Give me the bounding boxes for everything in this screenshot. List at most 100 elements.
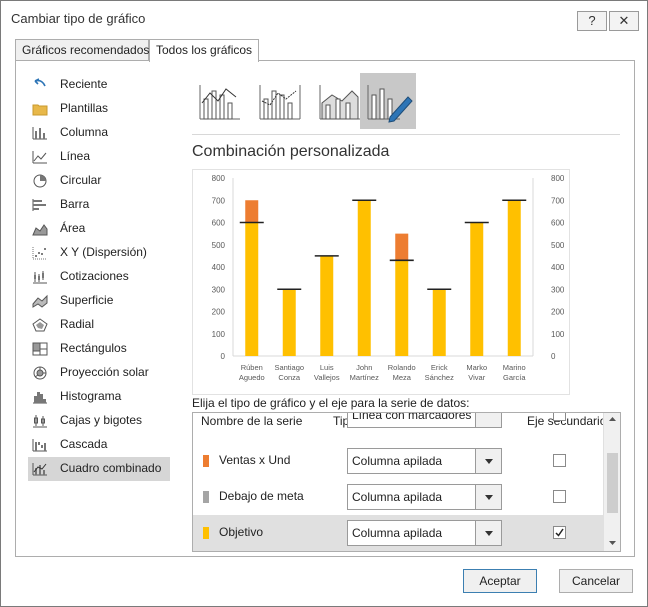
combo-chart-icon bbox=[32, 463, 47, 476]
sidebar-item-pie[interactable]: Circular bbox=[28, 169, 170, 193]
dropdown-button[interactable] bbox=[475, 485, 501, 509]
secondary-y-tick-label: 500 bbox=[551, 241, 565, 250]
folder-icon bbox=[32, 104, 48, 116]
category-label: John bbox=[356, 363, 372, 372]
chevron-down-icon bbox=[485, 531, 493, 536]
series-name: Objetivo bbox=[219, 525, 264, 539]
sidebar-item-label: Proyección solar bbox=[60, 365, 149, 379]
bar-objetivo bbox=[395, 260, 409, 356]
category-label: Marino bbox=[503, 363, 526, 372]
box-whisker-icon bbox=[33, 415, 47, 428]
secondary-y-tick-label: 200 bbox=[551, 308, 565, 317]
series-row-ventas[interactable]: Ventas x Und Columna apilada bbox=[193, 443, 603, 479]
y-tick-label: 700 bbox=[212, 196, 226, 205]
chart-type-value: Columna apilada bbox=[352, 490, 443, 504]
category-label: Vallejos bbox=[314, 373, 340, 382]
custom-combo-pencil-icon bbox=[367, 85, 413, 123]
y-tick-label: 400 bbox=[212, 263, 226, 272]
category-label: Luis bbox=[320, 363, 334, 372]
sunburst-icon bbox=[33, 366, 47, 380]
y-tick-label: 500 bbox=[212, 241, 226, 250]
series-grid-scrollbar[interactable] bbox=[603, 413, 620, 551]
category-label: Vivar bbox=[468, 373, 485, 382]
sidebar-item-stock[interactable]: Cotizaciones bbox=[28, 265, 170, 289]
sidebar-item-waterfall[interactable]: Cascada bbox=[28, 433, 170, 457]
bar-chart-icon bbox=[32, 199, 46, 211]
y-tick-label: 300 bbox=[212, 285, 226, 294]
combo-subtype-icon bbox=[199, 85, 240, 120]
subtype-clustered-column-line[interactable] bbox=[192, 73, 248, 129]
chart-preview: 0 100 200 300 400 500 600 700 800 0 100 200 300 400 50… bbox=[192, 169, 570, 395]
sidebar-item-recent[interactable]: Reciente bbox=[28, 73, 170, 97]
checkmark-icon bbox=[555, 528, 564, 537]
chevron-down-icon bbox=[485, 459, 493, 464]
sidebar-item-label: Cajas y bigotes bbox=[60, 413, 143, 427]
dropdown-button[interactable] bbox=[475, 521, 501, 545]
cancel-button[interactable]: Cancelar bbox=[559, 569, 633, 593]
chart-type-dropdown[interactable]: Columna apilada bbox=[347, 448, 502, 474]
sidebar-item-label: Superficie bbox=[60, 293, 114, 307]
series-name: Ventas x Und bbox=[219, 453, 291, 467]
series-row-objetivo[interactable]: Objetivo Columna apilada bbox=[193, 515, 603, 551]
sidebar-item-combo[interactable]: Cuadro combinado bbox=[28, 457, 170, 481]
histogram-icon bbox=[33, 392, 47, 404]
sidebar-item-area[interactable]: Área bbox=[28, 217, 170, 241]
ok-button[interactable]: Aceptar bbox=[463, 569, 537, 593]
tab-all-charts[interactable]: Todos los gráficos bbox=[149, 39, 259, 62]
y-tick-label: 600 bbox=[212, 219, 226, 228]
scrollbar-arrows bbox=[607, 417, 618, 545]
sidebar-item-histogram[interactable]: Histograma bbox=[28, 385, 170, 409]
sidebar-item-label: Histograma bbox=[60, 389, 122, 403]
secondary-y-tick-label: 600 bbox=[551, 219, 565, 228]
category-label: García bbox=[503, 373, 526, 382]
secondary-y-tick-label: 800 bbox=[551, 174, 565, 183]
tab-recommended-charts[interactable]: Gráficos recomendados bbox=[15, 39, 149, 61]
subtype-column-line-secondary[interactable] bbox=[252, 73, 308, 129]
bar-objetivo bbox=[432, 289, 446, 356]
header-spacer bbox=[193, 413, 603, 427]
sidebar-item-column[interactable]: Columna bbox=[28, 121, 170, 145]
secondary-y-tick-label: 700 bbox=[551, 196, 565, 205]
tab-panel: Reciente Plantillas Columna Línea Circul… bbox=[15, 60, 635, 557]
secondary-axis-checkbox[interactable] bbox=[553, 490, 566, 503]
subtype-custom-combination[interactable] bbox=[360, 73, 416, 129]
category-label: Rolando bbox=[388, 363, 416, 372]
close-button[interactable]: ✕ bbox=[609, 11, 639, 31]
series-row-debajo-meta[interactable]: Debajo de meta Columna apilada bbox=[193, 479, 603, 515]
series-prompt: Elija el tipo de gráfico y el eje para l… bbox=[192, 396, 470, 410]
sidebar-item-bar[interactable]: Barra bbox=[28, 193, 170, 217]
scatter-chart-icon bbox=[32, 247, 47, 260]
area-chart-icon bbox=[32, 224, 48, 236]
bar-ventas bbox=[245, 200, 259, 223]
recent-icon bbox=[34, 78, 46, 87]
secondary-axis-checkbox[interactable] bbox=[553, 526, 566, 539]
sidebar-item-line[interactable]: Línea bbox=[28, 145, 170, 169]
bar-objetivo bbox=[282, 289, 296, 356]
category-label: Martínez bbox=[350, 373, 379, 382]
bar-objetivo bbox=[507, 200, 521, 356]
sidebar-item-surface[interactable]: Superficie bbox=[28, 289, 170, 313]
help-button[interactable]: ? bbox=[577, 11, 607, 31]
sidebar-item-radar[interactable]: Radial bbox=[28, 313, 170, 337]
sidebar-item-label: Cascada bbox=[60, 437, 108, 451]
sidebar-item-sunburst[interactable]: Proyección solar bbox=[28, 361, 170, 385]
chart-type-dropdown[interactable]: Columna apilada bbox=[347, 484, 502, 510]
sidebar-item-label: Circular bbox=[60, 173, 102, 187]
treemap-icon bbox=[32, 342, 48, 356]
chart-type-value: Columna apilada bbox=[352, 454, 443, 468]
sidebar-item-templates[interactable]: Plantillas bbox=[28, 97, 170, 121]
sidebar-item-scatter[interactable]: X Y (Dispersión) bbox=[28, 241, 170, 265]
series-color-swatch bbox=[203, 527, 209, 539]
line-chart-icon bbox=[32, 151, 47, 164]
combo-chart: 0 100 200 300 400 500 600 700 800 0 100 200 300 400 50… bbox=[212, 174, 565, 382]
combo-title: Combinación personalizada bbox=[192, 143, 390, 160]
secondary-axis-checkbox[interactable] bbox=[553, 454, 566, 467]
sidebar-item-treemap[interactable]: Rectángulos bbox=[28, 337, 170, 361]
change-chart-type-dialog: Cambiar tipo de gráfico ? ✕ Gráficos rec… bbox=[0, 0, 648, 607]
chart-type-dropdown[interactable]: Columna apilada bbox=[347, 520, 502, 546]
sidebar-item-label: Área bbox=[60, 221, 86, 235]
dropdown-button[interactable] bbox=[475, 449, 501, 473]
bar-objetivo bbox=[320, 255, 334, 356]
sidebar-item-box-whisker[interactable]: Cajas y bigotes bbox=[28, 409, 170, 433]
y-tick-label: 100 bbox=[212, 330, 226, 339]
